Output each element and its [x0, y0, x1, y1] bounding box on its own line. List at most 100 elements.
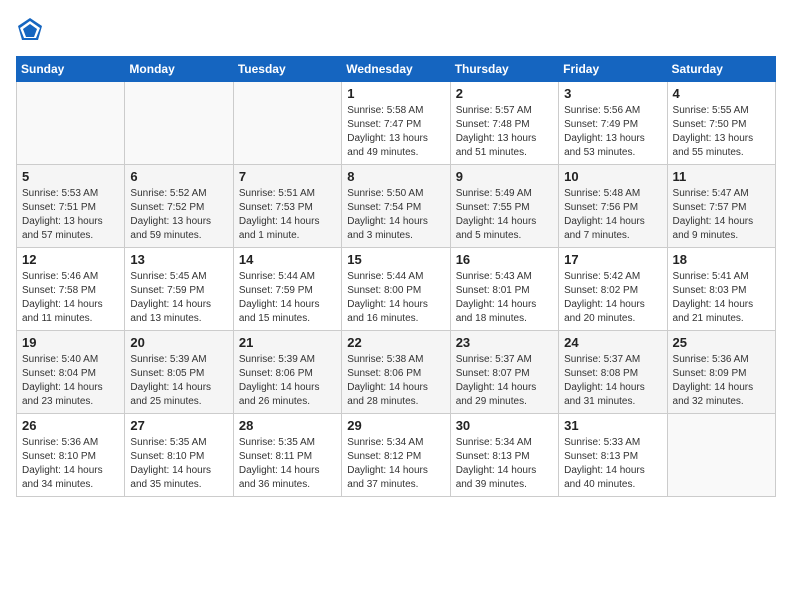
logo: [16, 16, 46, 44]
calendar-cell: 29 Sunrise: 5:34 AM Sunset: 8:12 PM Dayli…: [342, 414, 450, 497]
weekday-header-friday: Friday: [559, 57, 667, 82]
calendar-cell: 28 Sunrise: 5:35 AM Sunset: 8:11 PM Dayli…: [233, 414, 341, 497]
day-number: 31: [564, 418, 661, 433]
day-number: 27: [130, 418, 227, 433]
day-number: 30: [456, 418, 553, 433]
day-number: 29: [347, 418, 444, 433]
day-info: Sunrise: 5:57 AM Sunset: 7:48 PM Dayligh…: [456, 104, 553, 160]
calendar-cell: [125, 82, 233, 165]
calendar-cell: 9 Sunrise: 5:49 AM Sunset: 7:55 PM Daylig…: [450, 165, 558, 248]
calendar-cell: 1 Sunrise: 5:58 AM Sunset: 7:47 PM Daylig…: [342, 82, 450, 165]
day-number: 13: [130, 252, 227, 267]
day-info: Sunrise: 5:46 AM Sunset: 7:58 PM Dayligh…: [22, 270, 119, 326]
day-number: 2: [456, 86, 553, 101]
day-info: Sunrise: 5:41 AM Sunset: 8:03 PM Dayligh…: [673, 270, 770, 326]
day-number: 22: [347, 335, 444, 350]
calendar-cell: 26Sunrise: 5:36 AM Sunset: 8:10 PM Dayli…: [17, 414, 125, 497]
calendar-cell: 11 Sunrise: 5:47 AM Sunset: 7:57 PM Dayli…: [667, 165, 775, 248]
day-number: 25: [673, 335, 770, 350]
day-info: Sunrise: 5:39 AM Sunset: 8:05 PM Dayligh…: [130, 353, 227, 409]
weekday-header-row: SundayMondayTuesdayWednesdayThursdayFrid…: [17, 57, 776, 82]
calendar-cell: 7 Sunrise: 5:51 AM Sunset: 7:53 PM Daylig…: [233, 165, 341, 248]
day-info: Sunrise: 5:36 AM Sunset: 8:09 PM Dayligh…: [673, 353, 770, 409]
day-number: 9: [456, 169, 553, 184]
calendar-cell: 21 Sunrise: 5:39 AM Sunset: 8:06 PM Dayli…: [233, 331, 341, 414]
day-number: 28: [239, 418, 336, 433]
day-info: Sunrise: 5:49 AM Sunset: 7:55 PM Dayligh…: [456, 187, 553, 243]
day-number: 3: [564, 86, 661, 101]
day-info: Sunrise: 5:35 AM Sunset: 8:10 PM Dayligh…: [130, 436, 227, 492]
day-number: 6: [130, 169, 227, 184]
day-info: Sunrise: 5:44 AM Sunset: 7:59 PM Dayligh…: [239, 270, 336, 326]
day-info: Sunrise: 5:55 AM Sunset: 7:50 PM Dayligh…: [673, 104, 770, 160]
calendar-cell: 18 Sunrise: 5:41 AM Sunset: 8:03 PM Dayli…: [667, 248, 775, 331]
weekday-header-wednesday: Wednesday: [342, 57, 450, 82]
calendar-cell: 4 Sunrise: 5:55 AM Sunset: 7:50 PM Daylig…: [667, 82, 775, 165]
calendar-cell: 10 Sunrise: 5:48 AM Sunset: 7:56 PM Dayli…: [559, 165, 667, 248]
calendar-cell: [233, 82, 341, 165]
calendar-cell: 14 Sunrise: 5:44 AM Sunset: 7:59 PM Dayli…: [233, 248, 341, 331]
day-info: Sunrise: 5:37 AM Sunset: 8:08 PM Dayligh…: [564, 353, 661, 409]
day-number: 15: [347, 252, 444, 267]
day-number: 10: [564, 169, 661, 184]
calendar-cell: 20 Sunrise: 5:39 AM Sunset: 8:05 PM Dayli…: [125, 331, 233, 414]
day-number: 24: [564, 335, 661, 350]
day-info: Sunrise: 5:45 AM Sunset: 7:59 PM Dayligh…: [130, 270, 227, 326]
calendar-table: SundayMondayTuesdayWednesdayThursdayFrid…: [16, 56, 776, 497]
day-info: Sunrise: 5:56 AM Sunset: 7:49 PM Dayligh…: [564, 104, 661, 160]
day-number: 11: [673, 169, 770, 184]
calendar-cell: 8 Sunrise: 5:50 AM Sunset: 7:54 PM Daylig…: [342, 165, 450, 248]
day-number: 23: [456, 335, 553, 350]
page-header: [16, 16, 776, 44]
day-info: Sunrise: 5:37 AM Sunset: 8:07 PM Dayligh…: [456, 353, 553, 409]
day-info: Sunrise: 5:47 AM Sunset: 7:57 PM Dayligh…: [673, 187, 770, 243]
day-info: Sunrise: 5:39 AM Sunset: 8:06 PM Dayligh…: [239, 353, 336, 409]
weekday-header-saturday: Saturday: [667, 57, 775, 82]
calendar-cell: 23 Sunrise: 5:37 AM Sunset: 8:07 PM Dayli…: [450, 331, 558, 414]
calendar-cell: 17Sunrise: 5:42 AM Sunset: 8:02 PM Dayli…: [559, 248, 667, 331]
day-info: Sunrise: 5:51 AM Sunset: 7:53 PM Dayligh…: [239, 187, 336, 243]
calendar-cell: 5 Sunrise: 5:53 AM Sunset: 7:51 PM Daylig…: [17, 165, 125, 248]
day-info: Sunrise: 5:38 AM Sunset: 8:06 PM Dayligh…: [347, 353, 444, 409]
day-number: 16: [456, 252, 553, 267]
day-info: Sunrise: 5:33 AM Sunset: 8:13 PM Dayligh…: [564, 436, 661, 492]
day-info: Sunrise: 5:34 AM Sunset: 8:12 PM Dayligh…: [347, 436, 444, 492]
day-number: 8: [347, 169, 444, 184]
calendar-week-row: 5 Sunrise: 5:53 AM Sunset: 7:51 PM Daylig…: [17, 165, 776, 248]
calendar-cell: 3 Sunrise: 5:56 AM Sunset: 7:49 PM Daylig…: [559, 82, 667, 165]
day-info: Sunrise: 5:42 AM Sunset: 8:02 PM Dayligh…: [564, 270, 661, 326]
day-info: Sunrise: 5:53 AM Sunset: 7:51 PM Dayligh…: [22, 187, 119, 243]
day-info: Sunrise: 5:52 AM Sunset: 7:52 PM Dayligh…: [130, 187, 227, 243]
weekday-header-tuesday: Tuesday: [233, 57, 341, 82]
day-number: 5: [22, 169, 119, 184]
calendar-week-row: 26Sunrise: 5:36 AM Sunset: 8:10 PM Dayli…: [17, 414, 776, 497]
calendar-week-row: 1 Sunrise: 5:58 AM Sunset: 7:47 PM Daylig…: [17, 82, 776, 165]
day-number: 4: [673, 86, 770, 101]
day-number: 19: [22, 335, 119, 350]
calendar-week-row: 12 Sunrise: 5:46 AM Sunset: 7:58 PM Dayli…: [17, 248, 776, 331]
day-number: 12: [22, 252, 119, 267]
logo-icon: [16, 16, 44, 44]
day-info: Sunrise: 5:35 AM Sunset: 8:11 PM Dayligh…: [239, 436, 336, 492]
day-info: Sunrise: 5:58 AM Sunset: 7:47 PM Dayligh…: [347, 104, 444, 160]
calendar-cell: [17, 82, 125, 165]
day-number: 1: [347, 86, 444, 101]
calendar-cell: 31 Sunrise: 5:33 AM Sunset: 8:13 PM Dayli…: [559, 414, 667, 497]
calendar-cell: 22 Sunrise: 5:38 AM Sunset: 8:06 PM Dayli…: [342, 331, 450, 414]
day-number: 20: [130, 335, 227, 350]
weekday-header-monday: Monday: [125, 57, 233, 82]
day-info: Sunrise: 5:48 AM Sunset: 7:56 PM Dayligh…: [564, 187, 661, 243]
day-number: 18: [673, 252, 770, 267]
calendar-cell: 13 Sunrise: 5:45 AM Sunset: 7:59 PM Dayli…: [125, 248, 233, 331]
day-info: Sunrise: 5:50 AM Sunset: 7:54 PM Dayligh…: [347, 187, 444, 243]
day-number: 21: [239, 335, 336, 350]
day-info: Sunrise: 5:40 AM Sunset: 8:04 PM Dayligh…: [22, 353, 119, 409]
calendar-cell: 24 Sunrise: 5:37 AM Sunset: 8:08 PM Dayli…: [559, 331, 667, 414]
day-info: Sunrise: 5:43 AM Sunset: 8:01 PM Dayligh…: [456, 270, 553, 326]
day-number: 7: [239, 169, 336, 184]
calendar-cell: 25 Sunrise: 5:36 AM Sunset: 8:09 PM Dayli…: [667, 331, 775, 414]
calendar-cell: 12 Sunrise: 5:46 AM Sunset: 7:58 PM Dayli…: [17, 248, 125, 331]
calendar-cell: 16 Sunrise: 5:43 AM Sunset: 8:01 PM Dayli…: [450, 248, 558, 331]
day-number: 14: [239, 252, 336, 267]
calendar-cell: 2 Sunrise: 5:57 AM Sunset: 7:48 PM Daylig…: [450, 82, 558, 165]
